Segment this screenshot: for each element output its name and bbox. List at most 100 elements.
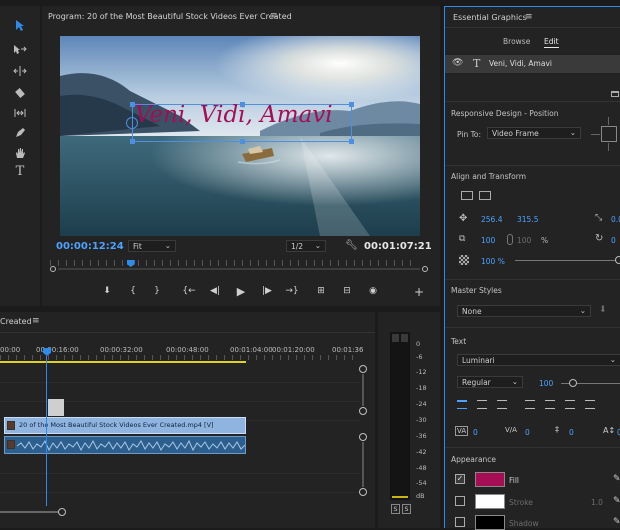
pin-bottom[interactable] bbox=[608, 143, 609, 151]
handle[interactable] bbox=[349, 102, 354, 107]
go-to-out-icon[interactable]: →} bbox=[285, 286, 299, 296]
scroll-handle[interactable] bbox=[359, 488, 367, 496]
opacity-slider-handle[interactable] bbox=[615, 256, 620, 264]
mark-in-icon[interactable]: { bbox=[126, 286, 140, 296]
solo-right-button[interactable]: S bbox=[402, 504, 411, 514]
eye-icon[interactable]: 👁︎ bbox=[452, 58, 463, 68]
tab-browse[interactable]: Browse bbox=[503, 37, 530, 46]
scale-value[interactable]: 100 bbox=[481, 236, 495, 245]
horizontal-scrollbar[interactable] bbox=[0, 511, 58, 513]
panel-menu-icon[interactable]: ≡ bbox=[525, 12, 533, 22]
work-area-bar[interactable] bbox=[0, 361, 246, 363]
scrub-bar[interactable] bbox=[50, 260, 428, 274]
justify-left-icon[interactable] bbox=[525, 400, 535, 409]
scroll-handle[interactable] bbox=[359, 365, 367, 373]
link-scale-icon[interactable] bbox=[507, 234, 513, 245]
track-select-tool-icon[interactable] bbox=[10, 40, 30, 58]
handle[interactable] bbox=[240, 139, 245, 144]
go-to-in-icon[interactable]: {← bbox=[182, 286, 196, 296]
opacity-value[interactable]: 100 % bbox=[481, 257, 505, 266]
marker-icon[interactable]: ⬇︎ bbox=[100, 286, 114, 296]
pin-center-box[interactable] bbox=[601, 126, 617, 142]
clip-indicator-right[interactable] bbox=[401, 334, 408, 342]
justify-center-icon[interactable] bbox=[545, 400, 555, 409]
vertical-scrollbar[interactable] bbox=[362, 442, 364, 487]
text-bounding-box[interactable]: Veni, Vidi, Amavi bbox=[126, 102, 354, 144]
rotation-value[interactable]: 0 bbox=[611, 236, 616, 245]
wrench-icon[interactable]: 🔧︎ bbox=[345, 240, 358, 251]
fill-checkbox[interactable]: ✓ bbox=[455, 474, 465, 484]
justify-all-icon[interactable] bbox=[585, 400, 595, 409]
align-right-icon[interactable] bbox=[497, 400, 507, 409]
tab-edit[interactable]: Edit bbox=[544, 37, 559, 48]
add-icon[interactable]: + bbox=[412, 285, 426, 299]
fill-color-swatch[interactable] bbox=[475, 472, 505, 487]
eyedropper-icon[interactable]: ✎ bbox=[613, 474, 620, 484]
stroke-checkbox[interactable] bbox=[455, 496, 465, 506]
eyedropper-icon[interactable]: ✎ bbox=[613, 496, 620, 506]
lift-icon[interactable]: ⊞ bbox=[314, 286, 328, 296]
program-menu-icon[interactable]: ≡ bbox=[270, 11, 278, 21]
anchor-value[interactable]: 0.0 bbox=[611, 215, 620, 224]
scroll-handle[interactable] bbox=[359, 407, 367, 415]
position-y-value[interactable]: 315.5 bbox=[517, 215, 538, 224]
eyedropper-icon[interactable]: ✎ bbox=[613, 517, 620, 527]
scrub-track[interactable] bbox=[58, 268, 420, 270]
handle[interactable] bbox=[349, 139, 354, 144]
pen-tool-icon[interactable] bbox=[10, 124, 30, 142]
pin-left[interactable] bbox=[591, 134, 600, 135]
audio-clip[interactable] bbox=[4, 436, 246, 454]
justify-right-icon[interactable] bbox=[565, 400, 575, 409]
extract-icon[interactable]: ⊟ bbox=[340, 286, 354, 296]
handle[interactable] bbox=[240, 102, 245, 107]
opacity-slider-track[interactable] bbox=[515, 260, 619, 261]
timeline-menu-icon[interactable]: ≡ bbox=[32, 316, 40, 326]
stroke-width-value[interactable]: 1.0 bbox=[591, 498, 603, 507]
hand-tool-icon[interactable] bbox=[10, 144, 30, 162]
zoom-handle-right[interactable] bbox=[422, 266, 428, 272]
font-size-value[interactable]: 100 bbox=[539, 379, 553, 388]
handle[interactable] bbox=[130, 139, 135, 144]
handle[interactable] bbox=[130, 102, 135, 107]
play-icon[interactable]: ▶︎ bbox=[234, 285, 248, 298]
new-layer-icon[interactable] bbox=[611, 91, 619, 97]
font-dropdown[interactable]: Luminari ⌄ bbox=[457, 354, 620, 366]
resolution-dropdown[interactable]: 1/2 ⌄ bbox=[286, 240, 326, 252]
anchor-point-icon[interactable] bbox=[126, 117, 138, 129]
push-style-icon[interactable]: ⬇︎ bbox=[599, 305, 607, 315]
step-forward-icon[interactable]: |▶︎ bbox=[260, 286, 274, 296]
fit-dropdown[interactable]: Fit ⌄ bbox=[128, 240, 176, 252]
align-horizontal-center-icon[interactable] bbox=[479, 191, 491, 200]
solo-left-button[interactable]: S bbox=[391, 504, 400, 514]
mark-out-icon[interactable]: } bbox=[150, 286, 164, 296]
align-left-icon[interactable] bbox=[457, 400, 467, 409]
selection-tool-icon[interactable] bbox=[10, 16, 30, 34]
font-style-dropdown[interactable]: Regular ⌄ bbox=[457, 376, 523, 388]
type-tool-icon[interactable]: T bbox=[10, 162, 30, 180]
pin-edges-widget[interactable] bbox=[591, 117, 620, 151]
slip-tool-icon[interactable] bbox=[10, 104, 30, 122]
position-x-value[interactable]: 256.4 bbox=[481, 215, 502, 224]
align-center-icon[interactable] bbox=[477, 400, 487, 409]
kerning-value[interactable]: 0 bbox=[525, 428, 530, 437]
font-size-slider-handle[interactable] bbox=[569, 379, 577, 387]
leading-value[interactable]: 0 bbox=[569, 428, 574, 437]
scroll-handle[interactable] bbox=[359, 433, 367, 441]
pin-top[interactable] bbox=[608, 117, 609, 125]
razor-tool-icon[interactable] bbox=[10, 84, 30, 102]
zoom-handle-left[interactable] bbox=[50, 266, 56, 272]
pin-to-dropdown[interactable]: Video Frame ⌄ bbox=[487, 127, 581, 139]
shadow-checkbox[interactable] bbox=[455, 517, 465, 527]
align-vertical-center-icon[interactable] bbox=[461, 191, 473, 200]
clip-indicator-left[interactable] bbox=[392, 334, 399, 342]
current-timecode[interactable]: 00:00:12:24 bbox=[56, 241, 124, 252]
graphic-clip[interactable] bbox=[48, 399, 64, 416]
export-frame-icon[interactable]: ◉ bbox=[366, 286, 380, 296]
stroke-color-swatch[interactable] bbox=[475, 494, 505, 509]
layer-row[interactable]: 👁︎ T Veni, Vidi, Amavi bbox=[445, 55, 620, 73]
tracking-value[interactable]: 0 bbox=[473, 428, 478, 437]
master-style-dropdown[interactable]: None ⌄ bbox=[457, 305, 591, 317]
vertical-scrollbar[interactable] bbox=[362, 374, 364, 406]
step-back-icon[interactable]: ◀︎| bbox=[208, 286, 222, 296]
ripple-edit-tool-icon[interactable] bbox=[10, 62, 30, 80]
